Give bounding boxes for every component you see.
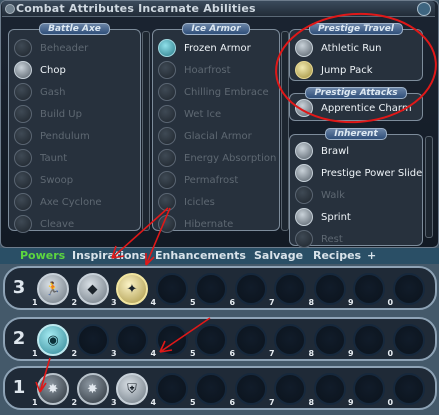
annotation-overlay [35,12,437,393]
annotation-arrow [35,357,51,393]
annotation-circle [275,12,437,124]
annotation-arrow [159,317,211,353]
